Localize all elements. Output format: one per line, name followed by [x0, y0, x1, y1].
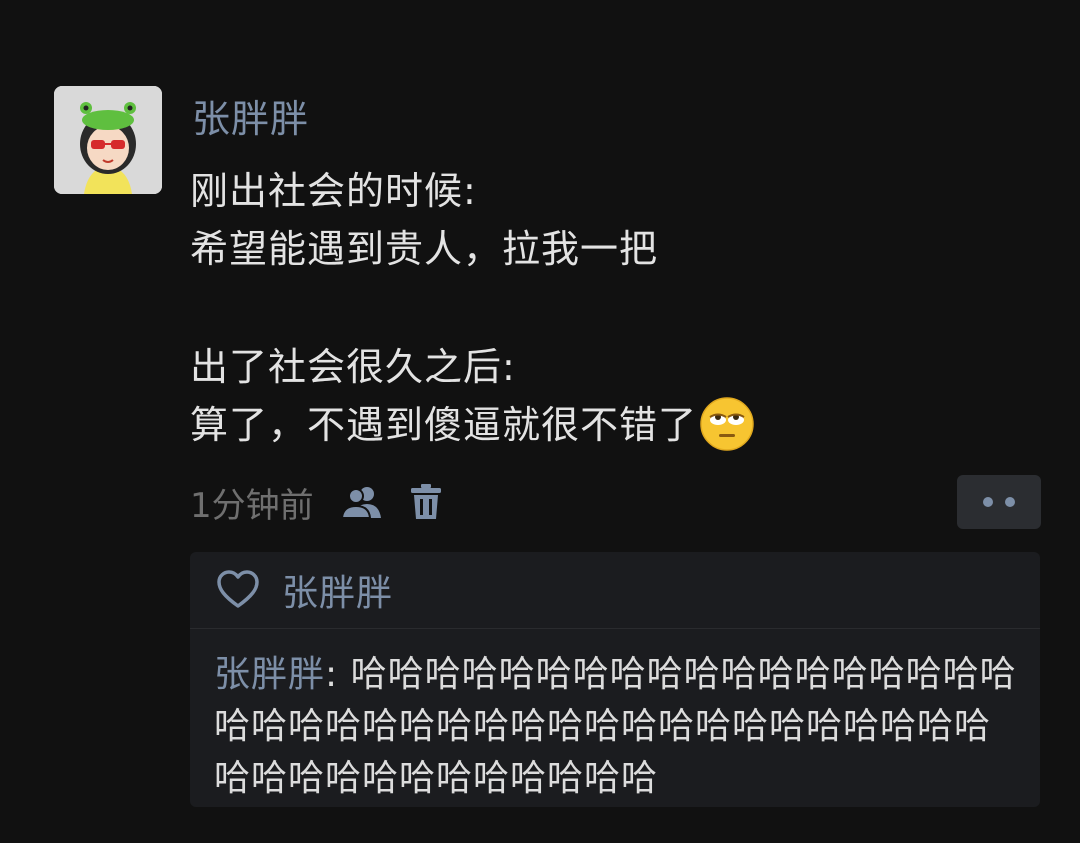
- comment-author[interactable]: 张胖胖: [214, 654, 325, 695]
- post-line: 算了，不遇到傻逼就很不错了: [190, 403, 698, 447]
- dot: [983, 497, 993, 507]
- post-content: 刚出社会的时候: 希望能遇到贵人，拉我一把 出了社会很久之后: 算了，不遇到傻逼…: [190, 162, 1060, 454]
- people-icon[interactable]: [340, 480, 384, 524]
- post-meta-row: 1分钟前: [190, 478, 448, 526]
- heart-outline-icon: [217, 570, 259, 608]
- post-timestamp: 1分钟前: [190, 485, 314, 526]
- avatar[interactable]: [54, 86, 162, 194]
- post-author-name[interactable]: 张胖胖: [192, 94, 309, 144]
- post-line-with-emoji: 算了，不遇到傻逼就很不错了: [190, 396, 1060, 454]
- more-dots-icon[interactable]: [957, 475, 1041, 529]
- post-blank-line: [190, 278, 1060, 338]
- post-line: 希望能遇到贵人，拉我一把: [190, 227, 659, 271]
- likes-comments-panel: 张胖胖 张胖胖: 哈哈哈哈哈哈哈哈哈哈哈哈哈哈哈哈哈哈哈哈哈哈哈哈哈哈哈哈哈哈哈…: [190, 552, 1040, 807]
- post-line: 刚出社会的时候:: [190, 169, 477, 213]
- post-line: 出了社会很久之后:: [190, 345, 516, 389]
- trash-icon[interactable]: [404, 480, 448, 524]
- dot: [1005, 497, 1015, 507]
- avatar-image: [54, 86, 162, 194]
- comment-separator: :: [325, 654, 351, 695]
- comment-item[interactable]: 张胖胖: 哈哈哈哈哈哈哈哈哈哈哈哈哈哈哈哈哈哈哈哈哈哈哈哈哈哈哈哈哈哈哈哈哈哈哈…: [190, 629, 1040, 805]
- rolling-eyes-emoji-icon: [699, 396, 755, 452]
- liker-name[interactable]: 张胖胖: [282, 564, 393, 616]
- likes-row: 张胖胖: [190, 552, 1040, 629]
